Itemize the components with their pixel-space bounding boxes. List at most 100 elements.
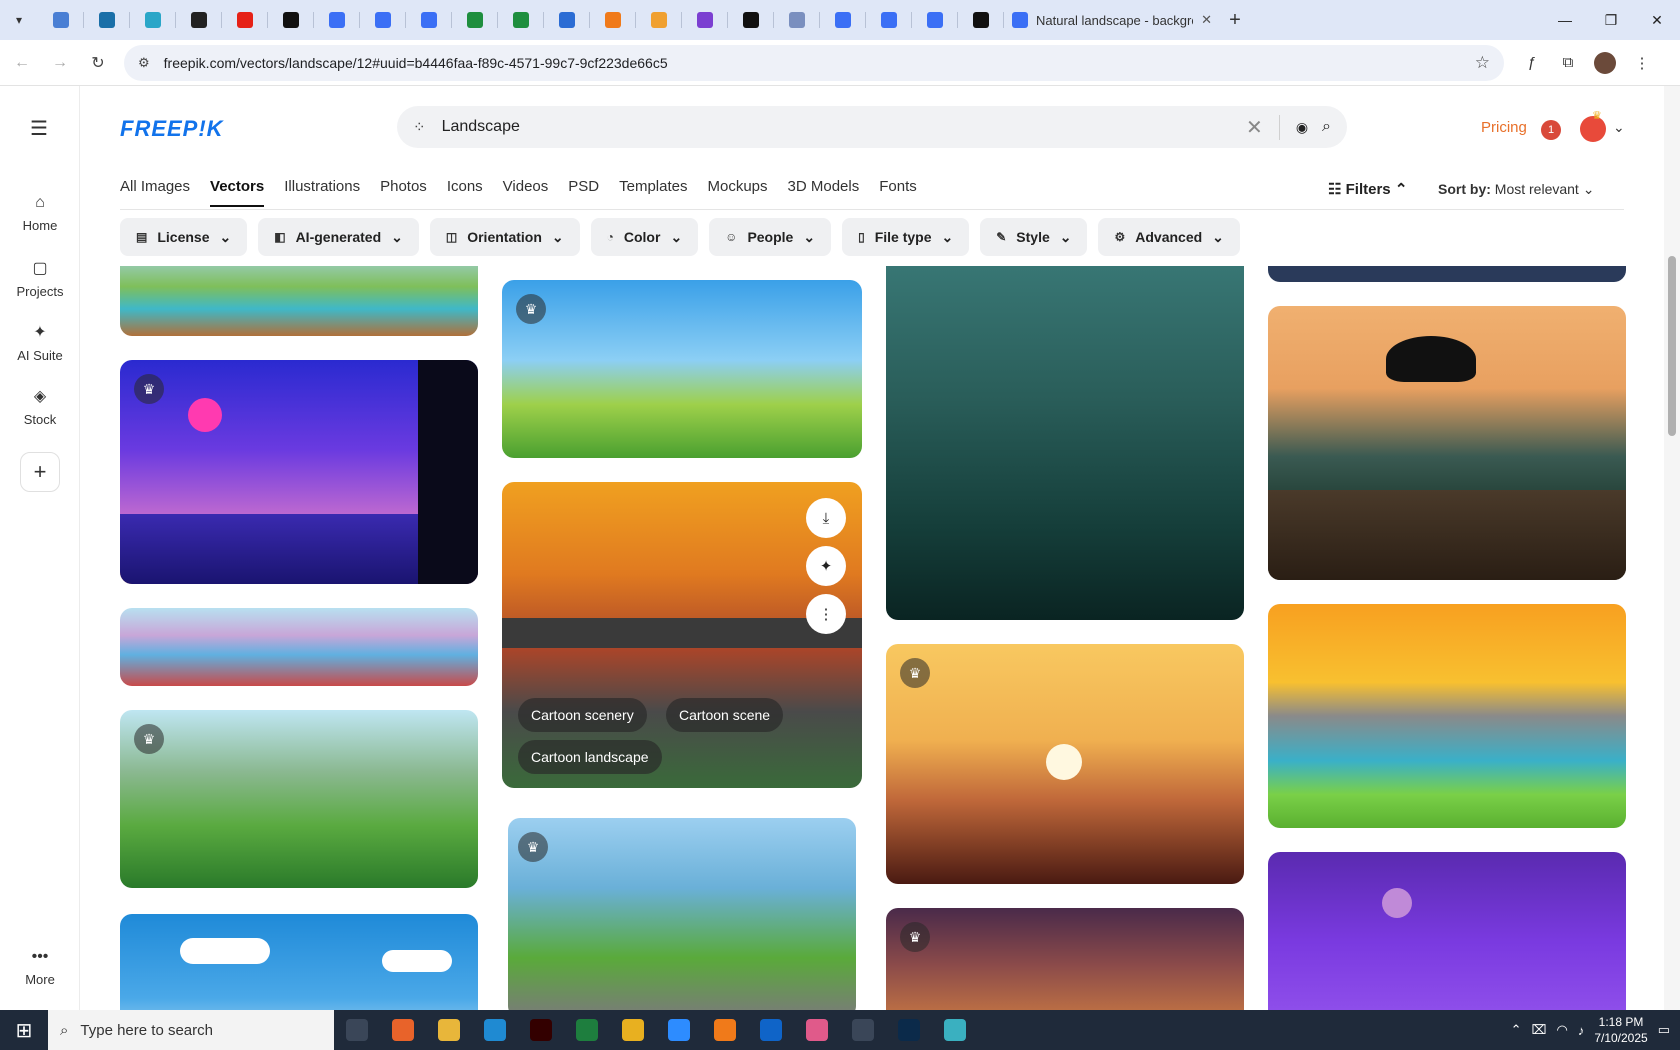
forward-icon[interactable]: → <box>44 47 76 79</box>
image-card[interactable] <box>1268 852 1626 1010</box>
notifications-icon[interactable]: ▭ <box>1658 1022 1670 1038</box>
category-tab[interactable]: Illustrations <box>284 178 360 207</box>
pinned-tab[interactable] <box>38 0 84 40</box>
pinned-tab[interactable] <box>912 0 958 40</box>
image-card-hovered[interactable]: ⤓ ✦ ⋮ Cartoon scenery Cartoon scene Cart… <box>502 482 862 788</box>
image-card[interactable] <box>1268 266 1626 282</box>
filter-chip[interactable]: ▯ File type ⌄ <box>842 218 970 256</box>
image-card[interactable] <box>120 608 478 686</box>
taskbar-app[interactable] <box>518 1010 564 1050</box>
tab-search-chevron-icon[interactable]: ▾ <box>0 0 38 40</box>
maximize-icon[interactable]: ❐ <box>1588 0 1634 40</box>
search-bar[interactable]: ⁘ Landscape ✕ ◉ ⌕ <box>397 106 1347 148</box>
tray-chevron-icon[interactable]: ⌃ <box>1511 1022 1522 1038</box>
taskbar-app[interactable] <box>932 1010 978 1050</box>
clear-search-icon[interactable]: ✕ <box>1246 114 1280 140</box>
search-input[interactable]: Landscape <box>442 118 1246 136</box>
search-type-icon[interactable]: ⁘ <box>413 118 426 136</box>
taskbar-app[interactable] <box>886 1010 932 1050</box>
add-button[interactable]: + <box>20 452 60 492</box>
pinned-tab[interactable] <box>590 0 636 40</box>
scrollbar-thumb[interactable] <box>1668 256 1676 436</box>
minimize-icon[interactable]: — <box>1542 0 1588 40</box>
pinned-tab[interactable] <box>268 0 314 40</box>
pinned-tab[interactable] <box>84 0 130 40</box>
taskbar-app[interactable] <box>380 1010 426 1050</box>
pinned-tab[interactable] <box>728 0 774 40</box>
hamburger-menu-icon[interactable]: ☰ <box>30 116 48 141</box>
image-card[interactable] <box>1268 604 1626 828</box>
image-card[interactable] <box>1268 306 1626 580</box>
pinned-tab[interactable] <box>452 0 498 40</box>
pinned-tab[interactable] <box>820 0 866 40</box>
taskbar-app[interactable] <box>702 1010 748 1050</box>
freepik-logo[interactable]: FREEP!K <box>120 116 224 142</box>
rail-item-stock[interactable]: ◈ Stock <box>0 386 80 427</box>
image-card[interactable] <box>120 266 478 336</box>
category-tab[interactable]: PSD <box>568 178 599 207</box>
more-options-icon[interactable]: ⋮ <box>806 594 846 634</box>
pinned-tab[interactable] <box>774 0 820 40</box>
close-tab-icon[interactable]: ✕ <box>1201 12 1212 28</box>
ai-edit-sparkle-icon[interactable]: ✦ <box>806 546 846 586</box>
windows-start-icon[interactable]: ⊞ <box>0 1010 48 1050</box>
new-tab-button[interactable]: + <box>1220 0 1250 40</box>
image-card[interactable]: ♛ <box>502 280 862 458</box>
image-card[interactable]: ♛ <box>120 710 478 888</box>
taskbar-app[interactable] <box>564 1010 610 1050</box>
taskbar-app[interactable] <box>426 1010 472 1050</box>
download-icon[interactable]: ⤓ <box>806 498 846 538</box>
extensions-puzzle-icon[interactable]: ⧉ <box>1550 45 1586 81</box>
filters-toggle[interactable]: ☷ Filters ⌃ <box>1328 180 1407 198</box>
filter-chip[interactable]: ◧ AI-generated ⌄ <box>258 218 419 256</box>
url-field[interactable]: ⚙ freepik.com/vectors/landscape/12#uuid=… <box>124 44 1504 81</box>
pinned-tab[interactable] <box>866 0 912 40</box>
camera-search-icon[interactable]: ◉ <box>1296 119 1308 136</box>
taskbar-app[interactable] <box>794 1010 840 1050</box>
network-icon[interactable]: ⌧ <box>1531 1022 1546 1038</box>
sort-dropdown[interactable]: Sort by: Most relevant ⌄ <box>1438 181 1594 198</box>
category-tab[interactable]: All Images <box>120 178 190 207</box>
filter-chip[interactable]: ☺ People ⌄ <box>709 218 832 256</box>
reload-icon[interactable]: ↻ <box>82 47 114 79</box>
bookmark-star-icon[interactable]: ☆ <box>1475 53 1490 73</box>
pricing-link[interactable]: Pricing <box>1481 119 1527 136</box>
taskbar-app[interactable] <box>334 1010 380 1050</box>
taskbar-app[interactable] <box>748 1010 794 1050</box>
pinned-tab[interactable] <box>314 0 360 40</box>
wifi-icon[interactable]: ◠ <box>1556 1022 1567 1038</box>
pinned-tab[interactable] <box>682 0 728 40</box>
pinned-tab[interactable] <box>544 0 590 40</box>
category-tab[interactable]: Photos <box>380 178 427 207</box>
notification-badge[interactable]: 1 <box>1541 120 1561 140</box>
rail-item-ai-suite[interactable]: ✦ AI Suite <box>0 322 80 363</box>
search-icon[interactable]: ⌕ <box>1322 118 1331 136</box>
tag-chip[interactable]: Cartoon landscape <box>518 740 662 774</box>
clock[interactable]: 1:18 PM 7/10/2025 <box>1594 1014 1647 1046</box>
tag-chip[interactable]: Cartoon scene <box>666 698 784 732</box>
pinned-tab[interactable] <box>222 0 268 40</box>
category-tab[interactable]: Mockups <box>707 178 767 207</box>
chrome-menu-icon[interactable]: ⋮ <box>1624 45 1660 81</box>
category-tab[interactable]: Vectors <box>210 178 265 207</box>
taskbar-app[interactable] <box>610 1010 656 1050</box>
pinned-tab[interactable] <box>498 0 544 40</box>
image-card[interactable] <box>120 914 478 1010</box>
active-tab[interactable]: Natural landscape - backgroun ✕ <box>1004 0 1220 40</box>
rail-item-projects[interactable]: ▢ Projects <box>0 258 80 299</box>
pinned-tab[interactable] <box>130 0 176 40</box>
image-card[interactable]: ♛ <box>508 818 856 1010</box>
image-card[interactable]: ♛ <box>120 360 478 584</box>
filter-chip[interactable]: ▤ License ⌄ <box>120 218 248 256</box>
taskbar-app[interactable] <box>656 1010 702 1050</box>
pinned-tab[interactable] <box>958 0 1004 40</box>
tag-chip[interactable]: Cartoon scenery <box>518 698 647 732</box>
site-info-icon[interactable]: ⚙ <box>138 55 150 71</box>
category-tab[interactable]: Fonts <box>879 178 917 207</box>
user-menu-chevron-icon[interactable]: ⌄ <box>1613 119 1625 136</box>
profile-avatar[interactable] <box>1594 51 1616 74</box>
pinned-tab[interactable] <box>636 0 682 40</box>
category-tab[interactable]: Templates <box>619 178 687 207</box>
category-tab[interactable]: Icons <box>447 178 483 207</box>
extension-icon[interactable]: ƒ <box>1514 45 1550 81</box>
